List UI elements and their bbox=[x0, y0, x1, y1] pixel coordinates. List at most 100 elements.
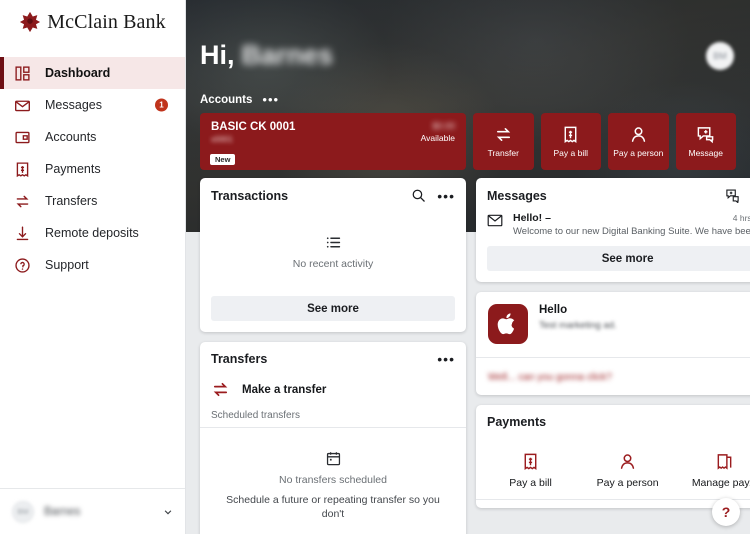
transfers-card-header: Transfers ••• bbox=[200, 342, 466, 375]
sidebar-item-payments[interactable]: Payments bbox=[0, 153, 185, 185]
payments-action-label: Pay a bill bbox=[509, 477, 552, 489]
person-icon bbox=[631, 127, 645, 142]
account-name: BASIC CK 0001 bbox=[211, 121, 296, 133]
payments-action-pay-a-bill[interactable]: Pay a bill bbox=[482, 452, 579, 489]
payments-title: Payments bbox=[487, 415, 547, 429]
payments-card-header: Payments ••• bbox=[476, 405, 750, 438]
transfers-empty-text: No transfers scheduled bbox=[279, 474, 387, 486]
list-icon bbox=[326, 237, 340, 248]
account-balance-label: Available bbox=[420, 133, 455, 143]
message-list-item[interactable]: Hello! – 4 hrs ago Welcome to our new Di… bbox=[476, 212, 750, 246]
sidebar-item-dashboard[interactable]: Dashboard bbox=[0, 57, 185, 89]
make-a-transfer-button[interactable]: Make a transfer bbox=[200, 375, 466, 410]
payments-action-pay-a-person[interactable]: Pay a person bbox=[579, 452, 676, 489]
message-subject: Hello! – bbox=[513, 212, 551, 224]
status-badge: New bbox=[210, 154, 236, 165]
header-avatar[interactable]: BM bbox=[706, 41, 734, 70]
account-card-icon bbox=[15, 131, 30, 143]
messages-actions: ••• bbox=[725, 188, 750, 203]
accounts-title: Accounts bbox=[200, 94, 253, 106]
sidebar-item-accounts[interactable]: Accounts bbox=[0, 121, 185, 153]
sidebar-item-label: Support bbox=[45, 258, 89, 272]
make-a-transfer-label: Make a transfer bbox=[242, 383, 327, 396]
payments-actions: Pay a bill Pay a person Manage pay bbox=[476, 438, 750, 499]
sidebar-item-label: Transfers bbox=[45, 194, 98, 208]
sidebar-user-name: Barnes bbox=[44, 505, 81, 518]
manage-payments-icon bbox=[717, 454, 732, 470]
transfers-empty-subtext: Schedule a future or repeating transfer … bbox=[226, 494, 440, 520]
new-message-icon[interactable] bbox=[725, 188, 740, 203]
ad-text-block: Hello Test marketing ad. bbox=[539, 304, 617, 331]
brand-logo[interactable]: McClain Bank bbox=[0, 0, 185, 44]
ad-subtitle: Test marketing ad. bbox=[539, 320, 617, 331]
account-number: x0001 bbox=[211, 135, 233, 144]
search-icon[interactable] bbox=[411, 188, 426, 203]
account-card-basic-ck-0001[interactable]: BASIC CK 0001 x0001 $0.00 Available New bbox=[200, 113, 466, 170]
avatar: BM bbox=[12, 500, 34, 523]
person-icon bbox=[620, 454, 635, 469]
message-body: Hello! – 4 hrs ago Welcome to our new Di… bbox=[513, 212, 750, 237]
quick-action-label: Message bbox=[688, 148, 724, 158]
ad-icon-tile bbox=[488, 304, 528, 344]
ad-link[interactable]: Well... can you gonna click? bbox=[488, 372, 612, 383]
sidebar-user-menu[interactable]: BM Barnes bbox=[0, 488, 185, 534]
payments-action-manage-payments[interactable]: Manage pay... bbox=[676, 452, 750, 489]
ad-footer: Well... can you gonna click? bbox=[476, 357, 750, 395]
transactions-see-more-button[interactable]: See more bbox=[211, 296, 455, 321]
sidebar-item-label: Messages bbox=[45, 98, 102, 112]
transfers-card: Transfers ••• Make a transfer Scheduled … bbox=[200, 342, 466, 534]
transfer-arrows-icon bbox=[496, 127, 510, 142]
messages-card: Messages ••• bbox=[476, 178, 750, 282]
bill-icon bbox=[524, 453, 537, 471]
envelope-icon bbox=[487, 214, 503, 227]
transactions-empty-state: No recent activity bbox=[200, 212, 466, 296]
marketing-ad-card[interactable]: Hello Test marketing ad. Well... can you… bbox=[476, 292, 750, 395]
accounts-section-header: Accounts ••• bbox=[200, 93, 736, 106]
account-balance-block: $0.00 Available bbox=[421, 121, 455, 143]
left-column: Transactions ••• No recent activity See … bbox=[200, 178, 466, 534]
transactions-more-options-icon[interactable]: ••• bbox=[437, 189, 455, 203]
sidebar-item-support[interactable]: Support bbox=[0, 249, 185, 281]
messages-see-more-button[interactable]: See more bbox=[487, 246, 750, 271]
greeting-row: Hi, Barnes BM bbox=[200, 0, 736, 71]
sidebar-item-messages[interactable]: Messages 1 bbox=[0, 89, 185, 121]
quick-action-label: Pay a bill bbox=[553, 148, 589, 158]
brand-name: McClain Bank bbox=[47, 10, 166, 33]
app-root: McClain Bank Dashboard Messages 1 Accoun… bbox=[0, 0, 750, 534]
download-arrow-icon bbox=[16, 225, 29, 240]
apple-logo-icon bbox=[497, 313, 515, 335]
quick-action-message[interactable]: Message bbox=[675, 113, 736, 170]
payments-action-label: Manage pay... bbox=[691, 477, 750, 489]
bill-icon bbox=[564, 126, 577, 144]
transfer-arrows-icon bbox=[213, 382, 228, 397]
transfer-arrows-icon bbox=[16, 195, 29, 207]
page-title: Hi, Barnes bbox=[200, 40, 333, 71]
quick-action-transfer[interactable]: Transfer bbox=[473, 113, 534, 170]
transactions-card-header: Transactions ••• bbox=[200, 178, 466, 212]
new-message-icon bbox=[697, 127, 714, 144]
quick-action-label: Pay a person bbox=[613, 148, 664, 158]
hero-content: Hi, Barnes BM Accounts ••• BASIC CK 0001… bbox=[186, 0, 750, 170]
sidebar-item-remote-deposits[interactable]: Remote deposits bbox=[0, 217, 185, 249]
message-header-row: Hello! – 4 hrs ago bbox=[513, 212, 750, 224]
help-button[interactable]: ? bbox=[712, 498, 740, 526]
diamond-quatrefoil-logo-icon bbox=[20, 11, 41, 33]
sidebar-item-label: Accounts bbox=[45, 130, 97, 144]
quick-action-pay-a-bill[interactable]: Pay a bill bbox=[540, 113, 601, 170]
ad-title: Hello bbox=[539, 304, 568, 316]
accounts-more-options-icon[interactable]: ••• bbox=[262, 93, 279, 106]
transactions-empty-text: No recent activity bbox=[292, 258, 374, 270]
transfers-title: Transfers bbox=[211, 352, 268, 366]
chevron-down-icon bbox=[164, 509, 172, 514]
messages-unread-badge: 1 bbox=[155, 98, 168, 112]
greeting-prefix: Hi, bbox=[200, 40, 235, 70]
message-preview: Welcome to our new Digital Banking Suite… bbox=[513, 226, 750, 237]
dashboard-icon bbox=[15, 65, 30, 81]
transfers-more-options-icon[interactable]: ••• bbox=[437, 352, 455, 366]
sidebar-item-transfers[interactable]: Transfers bbox=[0, 185, 185, 217]
calendar-icon bbox=[326, 452, 340, 466]
quick-action-pay-a-person[interactable]: Pay a person bbox=[608, 113, 669, 170]
transactions-actions: ••• bbox=[411, 188, 455, 203]
main-content: Hi, Barnes BM Accounts ••• BASIC CK 0001… bbox=[186, 0, 750, 534]
